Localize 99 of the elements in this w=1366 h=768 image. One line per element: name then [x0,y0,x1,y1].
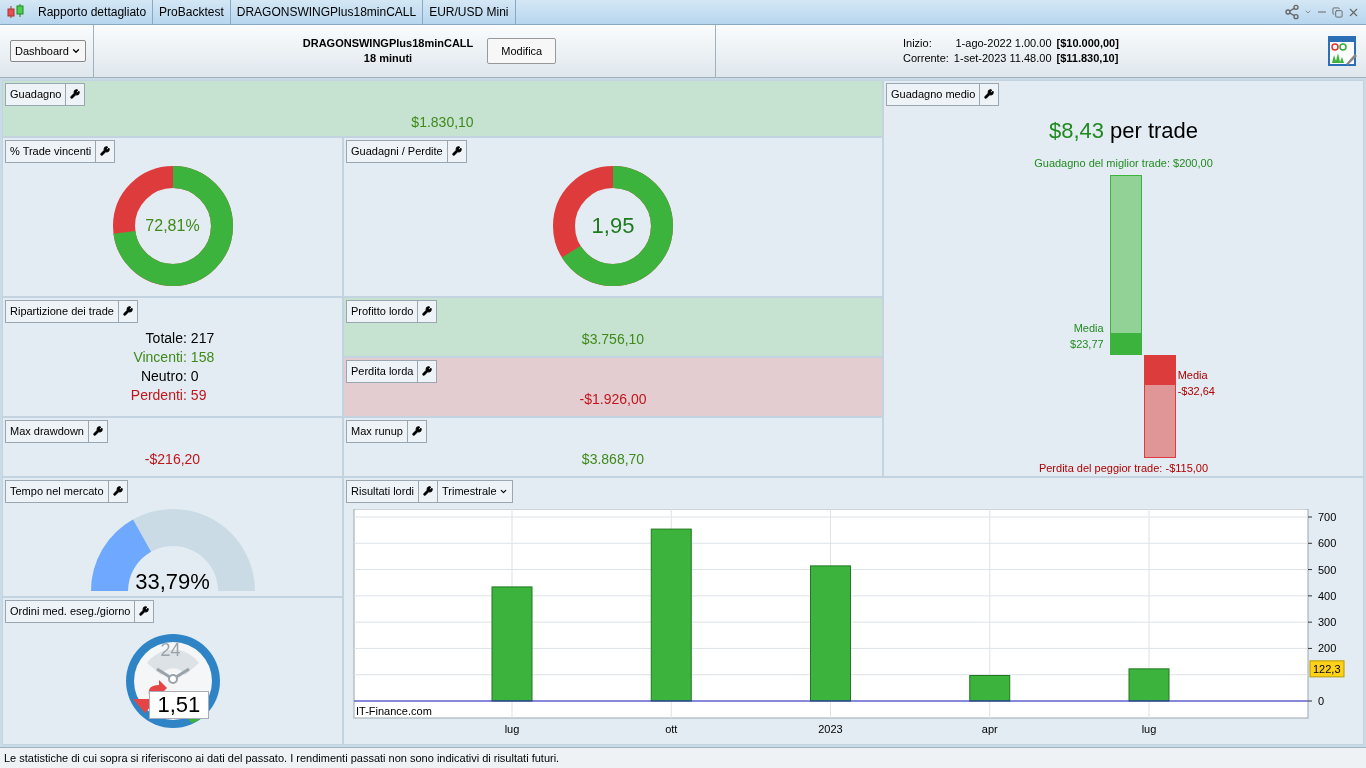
y-tick-label: 300 [1318,615,1337,628]
settings-button[interactable] [418,300,438,323]
gain-value: $1.830,10 [411,112,474,132]
breakdown-value: 158 [190,347,215,367]
period-date: 1-ago-2022 1.00.00 [954,36,1052,51]
worst-trade-label: Perdita del peggior trade: -$115,00 [1038,461,1209,476]
settings-button[interactable] [96,140,116,163]
period-equity: [$11.830,10] [1056,51,1119,66]
dashboard-dropdown[interactable]: Dashboard [10,39,86,63]
gross-profit-value: $3.756,10 [581,329,645,349]
edit-button[interactable]: Modifica [487,37,557,65]
max-drawdown-value: -$216,20 [144,449,201,469]
chart-bar [969,674,1011,701]
settings-button[interactable] [408,420,427,443]
wrench-icon [984,89,995,100]
average-label: Media [1177,368,1209,383]
widget-title: Guadagno medio [886,83,981,106]
widget-title: Guadagno [5,83,67,106]
wrench-icon [93,426,103,437]
widget-title: Ripartizione dei trade [5,300,119,323]
caret-icon [70,46,81,56]
period-equity: [$10.000,00] [1056,36,1119,51]
timeframe: 18 minuti [363,51,413,66]
x-tick-label: 2023 [818,722,843,735]
widget-title: Ordini med. eseg./giorno [5,600,136,623]
x-tick-label: ott [665,722,678,735]
dial-label: 24 [160,640,181,659]
widget-title: Max drawdown [5,420,89,443]
wrench-icon [122,306,133,317]
y-tick-label: 600 [1318,536,1337,549]
x-tick-label: lug [504,722,520,735]
tab[interactable]: DRAGONSWINGPlus18minCALL [230,0,424,24]
restore-icon[interactable] [1332,6,1343,18]
wrench-icon [422,486,433,497]
settings-button[interactable] [447,140,467,163]
widget-title: Max runup [346,420,408,443]
settings-button[interactable] [135,600,155,623]
best-trade-label: Guadagno del miglior trade: $200,00 [1034,155,1213,171]
settings-button[interactable] [418,480,438,503]
wrench-icon [412,426,422,437]
breakdown-value: 59 [190,385,208,405]
widget-title: Tempo nel mercato [5,480,109,503]
y-tick-label: 400 [1318,589,1337,602]
breakdown-label: Neutro: [139,366,187,386]
wrench-icon [139,606,150,617]
widget-title: Perdita lorda [346,360,419,383]
wrench-icon [70,89,81,100]
donut-value: 72,81% [145,215,200,236]
wrench-icon [112,486,123,497]
wrench-icon [451,146,462,157]
max-runup-value: $3.868,70 [581,449,645,469]
widget-title: % Trade vincenti [5,140,97,163]
clock-value: 1,51 [148,690,210,719]
tab[interactable]: EUR/USD Mini [423,0,516,24]
gauge-value: 33,79% [135,570,210,593]
y-tick-label: 500 [1318,563,1337,576]
wrench-icon [422,366,433,377]
candlestick-icon [6,4,26,20]
disclaimer-text: Le statistiche di cui sopra si riferiscono ai dati del passato. I rendimenti passati non sono indicativi di risultati futuri. [4,750,560,766]
average-value: -$32,64 [1177,384,1215,399]
x-tick-label: lug [1141,722,1157,735]
y-tick-label: 200 [1318,641,1337,654]
widget-title: Guadagni / Perdite [346,140,448,163]
chart-bar [1128,667,1170,701]
settings-button[interactable] [66,83,86,106]
y-tick-label: 700 [1318,510,1337,523]
average-label: Media [1073,320,1104,336]
average-gain-unit: per trade [1110,116,1199,145]
period-label: Inizio: [903,36,933,51]
y-tick-label: 0 [1318,694,1325,707]
breakdown-label: Totale: [144,328,187,348]
chart-credit: IT-Finance.com [356,704,432,717]
report-settings-icon[interactable] [1328,35,1358,67]
period-date: 1-set-2023 11.48.00 [953,51,1052,66]
settings-button[interactable] [980,83,1000,106]
tab[interactable]: ProBacktest [153,0,231,24]
donut-value: 1,95 [591,212,635,240]
share-icon[interactable] [1284,4,1300,20]
gross-loss-value: -$1.926,00 [579,389,647,409]
widget-title: Profitto lordo [346,300,419,323]
widget-title: Risultati lordi [346,480,419,503]
breakdown-value: 217 [190,328,215,348]
value-marker: 122,3 [1309,659,1345,677]
average-value: $23,77 [1070,336,1104,352]
settings-button[interactable] [418,360,438,383]
x-tick-label: apr [981,722,998,735]
average-gain-value: $8,43 [1048,116,1104,145]
settings-button[interactable] [89,420,108,443]
wrench-icon [100,146,111,157]
breakdown-value: 0 [190,366,200,386]
settings-button[interactable] [118,300,138,323]
wrench-icon [422,306,433,317]
breakdown-label: Perdenti: [130,385,187,405]
breakdown-label: Vincenti: [132,347,187,367]
strategy-name: DRAGONSWINGPlus18minCALL [302,36,474,51]
period-dropdown[interactable]: Trimestrale [437,480,513,503]
period-label: Corrente: [903,51,949,66]
tab[interactable]: Rapporto dettagliato [32,0,154,24]
settings-button[interactable] [108,480,128,503]
